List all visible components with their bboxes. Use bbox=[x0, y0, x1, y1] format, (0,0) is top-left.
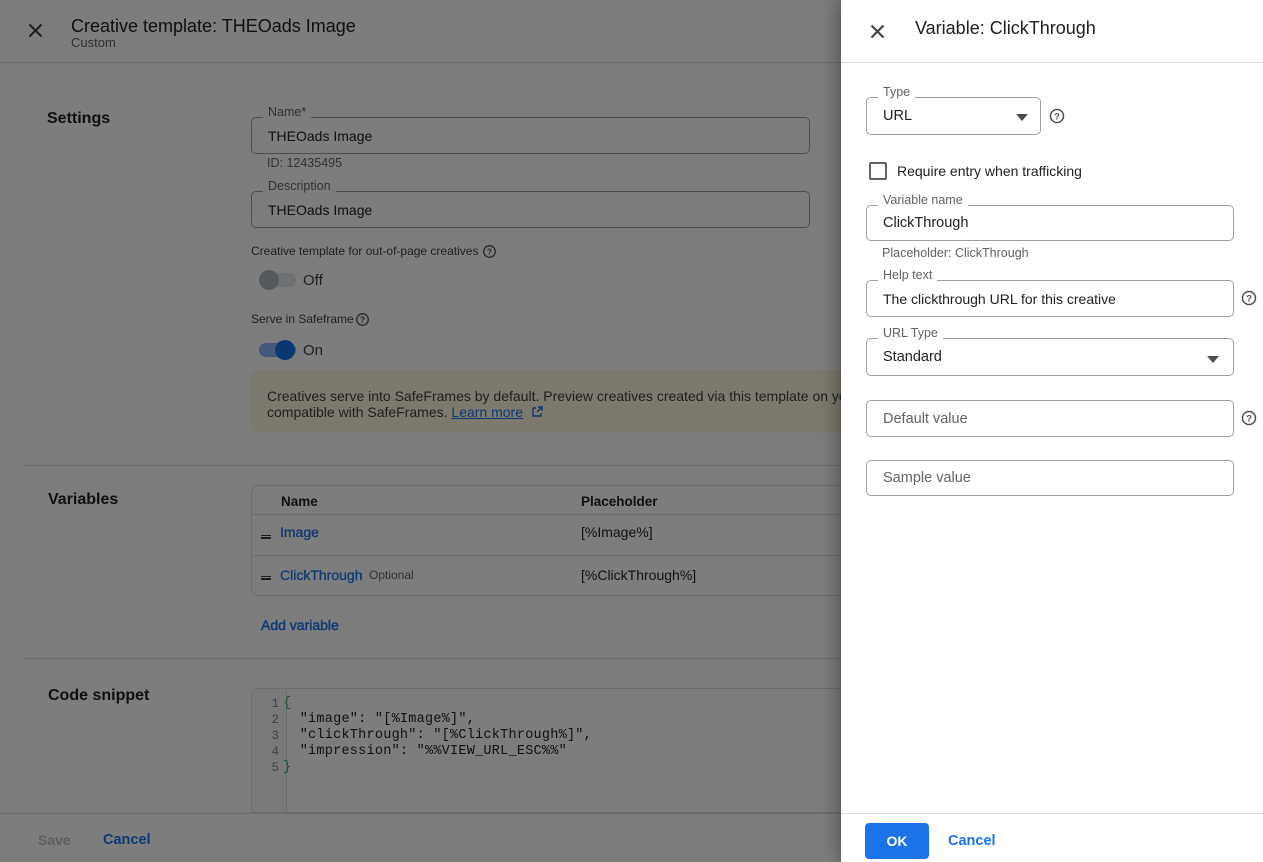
svg-text:?: ? bbox=[1246, 413, 1252, 424]
svg-text:?: ? bbox=[1246, 293, 1252, 304]
svg-text:?: ? bbox=[1054, 111, 1060, 122]
